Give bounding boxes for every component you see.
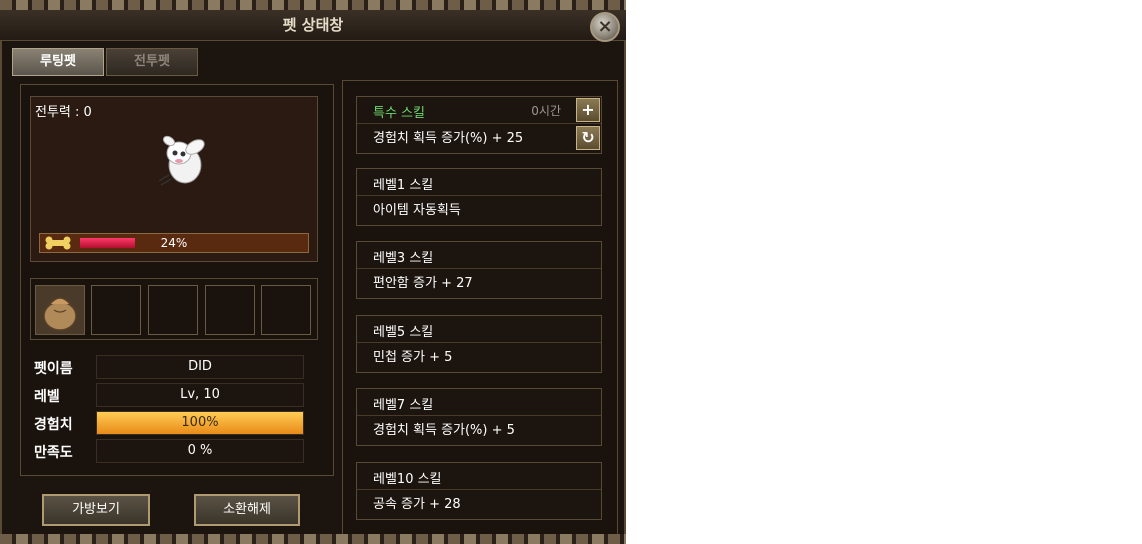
- skill-header: 레벨10 스킬: [357, 463, 601, 490]
- skill-header: 레벨3 스킬: [357, 242, 601, 269]
- inventory-slot[interactable]: [91, 285, 141, 335]
- special-skill-hours: 0시간: [531, 104, 561, 118]
- skill-level1: 레벨1 스킬 아이템 자동획득: [356, 168, 602, 226]
- pet-name-label: 펫이름: [34, 361, 73, 377]
- skill-title: 레벨1 스킬: [373, 178, 434, 193]
- inventory-slot[interactable]: [148, 285, 198, 335]
- skill-header: 레벨5 스킬: [357, 316, 601, 343]
- special-skill-title: 특수 스킬: [373, 106, 425, 121]
- pet-display: 전투력 : 0 24%: [30, 96, 318, 262]
- exp-bar: 100%: [96, 411, 304, 435]
- refresh-icon[interactable]: ↻: [576, 126, 600, 150]
- skill-level7: 레벨7 스킬 경험치 획득 증가(%) + 5: [356, 388, 602, 446]
- satisfaction-value: 0 %: [96, 439, 304, 463]
- special-skill-effect: 경험치 획득 증가(%) + 25: [373, 131, 524, 146]
- skill-effect: 편안함 증가 + 27: [373, 276, 473, 291]
- skill-effect: 아이템 자동획득: [373, 203, 461, 218]
- skill-level10: 레벨10 스킬 공속 증가 + 28: [356, 462, 602, 520]
- combat-power: 전투력 : 0: [35, 105, 92, 120]
- inventory-slot[interactable]: [35, 285, 85, 335]
- satisfaction-label: 만족도: [34, 445, 73, 461]
- view-bag-button[interactable]: 가방보기: [42, 494, 150, 526]
- border-pattern-top: [0, 0, 626, 10]
- skill-header: 레벨1 스킬: [357, 169, 601, 196]
- inventory-slot[interactable]: [261, 285, 311, 335]
- satiety-percent: 24%: [160, 236, 188, 250]
- satiety-bar: 24%: [39, 233, 309, 253]
- window-title: 펫 상태창: [282, 16, 344, 34]
- skill-title: 레벨3 스킬: [373, 251, 434, 266]
- skill-title: 레벨7 스킬: [373, 398, 434, 413]
- skill-level5: 레벨5 스킬 민첩 증가 + 5: [356, 315, 602, 373]
- special-skill-box: 특수 스킬 0시간 경험치 획득 증가(%) + 25: [356, 96, 602, 154]
- border-pattern-bottom: [0, 534, 626, 544]
- skill-effect: 공속 증가 + 28: [373, 497, 461, 512]
- tab-looting-pet[interactable]: 루팅펫: [12, 48, 104, 76]
- skill-effect: 경험치 획득 증가(%) + 5: [373, 423, 515, 438]
- skill-title: 레벨10 스킬: [373, 472, 442, 487]
- skill-header: 레벨7 스킬: [357, 389, 601, 416]
- level-label: 레벨: [34, 389, 60, 405]
- level-value: Lv, 10: [96, 383, 304, 407]
- plus-icon[interactable]: +: [576, 98, 600, 122]
- skill-title: 레벨5 스킬: [373, 325, 434, 340]
- special-skill-header: 특수 스킬 0시간: [357, 97, 601, 124]
- pet-sprite: [158, 135, 205, 186]
- skill-level3: 레벨3 스킬 편안함 증가 + 27: [356, 241, 602, 299]
- title-bar[interactable]: 펫 상태창 ×: [0, 10, 626, 42]
- pouch-icon: [36, 286, 84, 334]
- pet-inventory: [30, 278, 318, 340]
- pet-name-value: DID: [96, 355, 304, 379]
- tab-battle-pet[interactable]: 전투펫: [106, 48, 198, 76]
- skill-effect: 민첩 증가 + 5: [373, 350, 453, 365]
- pet-status-window: 펫 상태창 × 루팅펫 전투펫 전투력 : 0 24% 펫이름 DID 레벨 L…: [0, 0, 626, 544]
- exp-label: 경험치: [34, 417, 73, 433]
- release-summon-button[interactable]: 소환해제: [194, 494, 300, 526]
- inventory-slot[interactable]: [205, 285, 255, 335]
- close-icon[interactable]: ×: [590, 12, 620, 42]
